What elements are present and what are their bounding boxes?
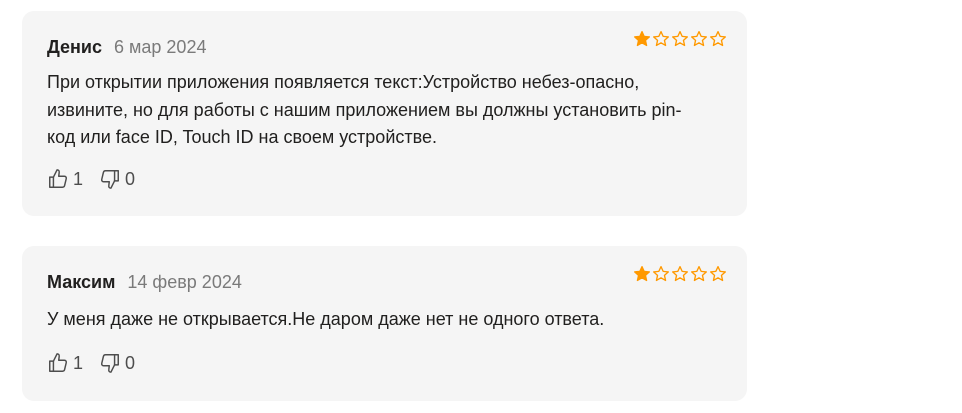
review-text-content: У меня даже не открывается.Не даром даже… (47, 309, 605, 329)
review-card: Максим 14 февр 2024 У меня даже не откры… (22, 246, 747, 401)
star-filled-icon (633, 265, 651, 282)
star-empty-icon (652, 265, 670, 282)
review-text: У меня даже не открывается.Не даром даже… (47, 306, 687, 334)
star-empty-icon (709, 265, 727, 282)
like-button[interactable]: 1 (47, 168, 83, 190)
review-date: 14 февр 2024 (127, 272, 242, 292)
thumbs-down-icon (100, 170, 119, 189)
star-empty-icon (652, 30, 670, 47)
review-date: 6 мар 2024 (114, 37, 207, 57)
star-empty-icon (690, 30, 708, 47)
dislike-count: 0 (125, 168, 136, 189)
review-card: Денис 6 мар 2024 При открытии приложения… (22, 11, 747, 216)
review-header: Максим 14 февр 2024 (47, 272, 723, 296)
star-empty-icon (671, 265, 689, 282)
rating-stars (633, 30, 727, 48)
star-empty-icon (690, 265, 708, 282)
thumbs-up-icon (49, 169, 68, 188)
star-filled-icon (633, 30, 651, 47)
rating-stars (633, 265, 727, 283)
review-header: Денис 6 мар 2024 (47, 37, 723, 61)
review-author: Максим (47, 272, 116, 292)
review-text: При открытии приложения появляется текст… (47, 69, 687, 152)
review-author: Денис (47, 37, 103, 57)
like-count: 1 (73, 352, 84, 373)
dislike-count: 0 (125, 352, 136, 373)
review-actions: 1 0 (47, 352, 151, 374)
like-count: 1 (73, 168, 84, 189)
dislike-button[interactable]: 0 (99, 352, 135, 374)
star-empty-icon (709, 30, 727, 47)
thumbs-up-icon (49, 353, 68, 372)
thumbs-down-icon (100, 354, 119, 373)
review-actions: 1 0 (47, 168, 151, 190)
review-text-content: При открытии приложения появляется текст… (47, 72, 682, 147)
star-empty-icon (671, 30, 689, 47)
like-button[interactable]: 1 (47, 352, 83, 374)
dislike-button[interactable]: 0 (99, 168, 135, 190)
